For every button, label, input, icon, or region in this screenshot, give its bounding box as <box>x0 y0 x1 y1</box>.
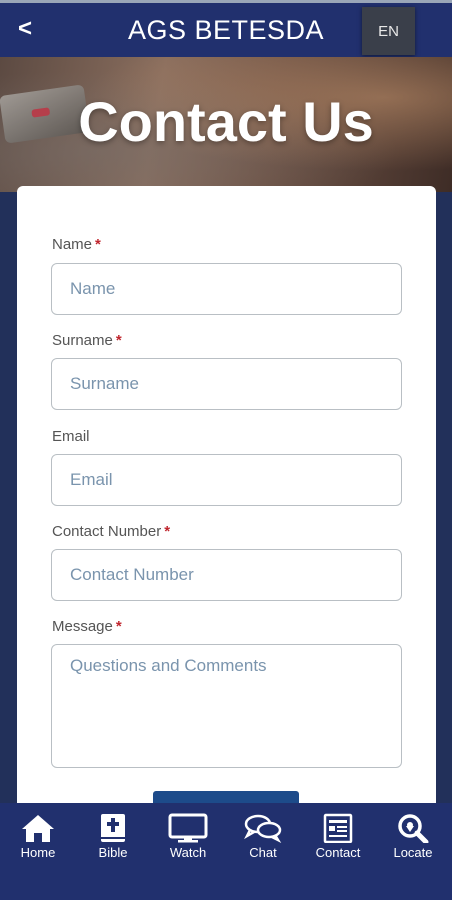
chat-icon <box>244 814 282 843</box>
language-button[interactable]: EN <box>362 7 415 55</box>
nav-locate[interactable]: Locate <box>377 813 449 860</box>
hero-banner: Contact Us <box>0 57 452 192</box>
contact-form-icon <box>323 813 353 843</box>
message-textarea[interactable] <box>51 644 402 768</box>
page-title: Contact Us <box>78 90 374 153</box>
name-label: Name * <box>52 236 101 253</box>
nav-chat[interactable]: Chat <box>227 813 299 860</box>
nav-watch[interactable]: Watch <box>152 813 224 860</box>
nav-label: Locate <box>393 845 433 860</box>
nav-label: Bible <box>98 845 128 860</box>
nav-label: Home <box>20 845 56 860</box>
contact-number-label: Contact Number * <box>52 523 170 540</box>
required-marker: * <box>115 332 122 349</box>
message-label-text: Message <box>52 618 113 635</box>
search-location-icon <box>398 814 429 843</box>
email-label: Email <box>52 428 90 445</box>
name-input[interactable] <box>51 263 402 315</box>
email-input[interactable] <box>51 454 402 506</box>
name-label-text: Name <box>52 236 93 253</box>
email-label-text: Email <box>52 428 90 445</box>
nav-label: Chat <box>249 845 277 860</box>
message-label: Message * <box>52 618 122 635</box>
nav-label: Contact <box>315 845 361 860</box>
surname-label-text: Surname <box>52 332 113 349</box>
bottom-navigation: Home Bible Watch Chat Contact Locate <box>0 803 452 900</box>
nav-label: Watch <box>169 845 207 860</box>
home-icon <box>22 815 54 842</box>
required-marker: * <box>164 523 171 540</box>
surname-label: Surname * <box>52 332 122 349</box>
contact-number-input[interactable] <box>51 549 402 601</box>
nav-home[interactable]: Home <box>2 813 74 860</box>
tv-icon <box>168 813 208 843</box>
contact-number-label-text: Contact Number <box>52 523 162 540</box>
nav-contact[interactable]: Contact <box>302 813 374 860</box>
top-app-bar: < AGS BETESDA EN <box>0 0 452 57</box>
nav-bible[interactable]: Bible <box>77 813 149 860</box>
surname-input[interactable] <box>51 358 402 410</box>
contact-form-card: Name* Surname* Email Contact Number* Mes… <box>17 186 436 826</box>
required-marker: * <box>95 236 101 253</box>
required-marker: * <box>115 618 122 635</box>
bible-icon <box>101 814 125 842</box>
